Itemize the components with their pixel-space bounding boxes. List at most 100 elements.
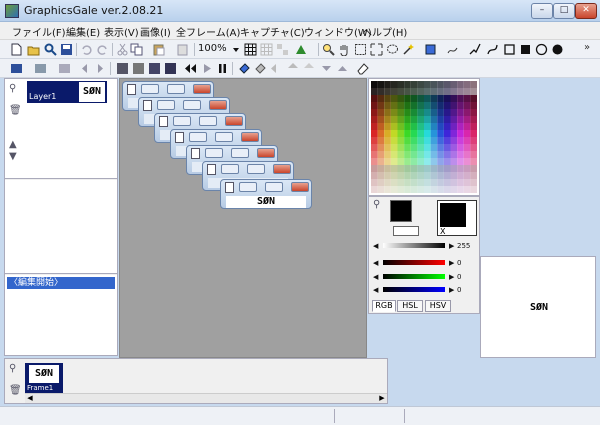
palette-swatch[interactable] (463, 186, 471, 193)
palette-swatch[interactable] (377, 81, 385, 88)
fill-pattern-icon[interactable] (254, 62, 267, 75)
palette-swatch[interactable] (384, 137, 391, 144)
palette-swatch[interactable] (470, 179, 477, 186)
palette-swatch[interactable] (397, 137, 405, 144)
palette-swatch[interactable] (463, 102, 471, 109)
palette-swatch[interactable] (397, 109, 405, 116)
palette-swatch[interactable] (424, 158, 431, 165)
palette-swatch[interactable] (371, 102, 378, 109)
palette-swatch[interactable] (457, 137, 464, 144)
palette-swatch[interactable] (430, 144, 438, 151)
palette-swatch[interactable] (424, 144, 431, 151)
palette-swatch[interactable] (443, 88, 451, 95)
prev-frame-icon[interactable] (78, 62, 91, 75)
value-slider[interactable] (383, 243, 445, 248)
palette-swatch[interactable] (450, 123, 458, 130)
palette-swatch[interactable] (410, 179, 418, 186)
palette-swatch[interactable] (437, 158, 444, 165)
palette-swatch[interactable] (404, 102, 411, 109)
palette-swatch[interactable] (384, 88, 391, 95)
menu-all-frames[interactable]: 全フレーム(A) (176, 24, 240, 39)
frames-icon[interactable] (132, 62, 145, 75)
palette-swatch[interactable] (377, 165, 385, 172)
palette-swatch[interactable] (463, 130, 471, 137)
palette-swatch[interactable] (470, 137, 477, 144)
palette-swatch[interactable] (430, 130, 438, 137)
flip-h-icon[interactable] (270, 62, 283, 75)
palette-swatch[interactable] (384, 95, 391, 102)
palette-swatch[interactable] (450, 88, 458, 95)
palette-swatch[interactable] (450, 81, 458, 88)
palette-swatch[interactable] (417, 172, 425, 179)
menu-file[interactable]: ファイル(F) (12, 24, 66, 39)
palette-swatch[interactable] (463, 81, 471, 88)
right-arrow-icon[interactable]: ▶ (449, 286, 454, 294)
palette-swatch[interactable] (470, 81, 477, 88)
palette-swatch[interactable] (410, 95, 418, 102)
palette-swatch[interactable] (371, 81, 378, 88)
palette-swatch[interactable] (463, 151, 471, 158)
palette-swatch[interactable] (437, 81, 444, 88)
palette-swatch[interactable] (443, 179, 451, 186)
palette-swatch[interactable] (417, 137, 425, 144)
palette-swatch[interactable] (371, 186, 378, 193)
palette-swatch[interactable] (424, 88, 431, 95)
hand-tool-icon[interactable] (338, 43, 351, 56)
palette-swatch[interactable] (430, 102, 438, 109)
palette-swatch[interactable] (384, 158, 391, 165)
palette-swatch[interactable] (443, 130, 451, 137)
palette-swatch[interactable] (424, 123, 431, 130)
palette-swatch[interactable] (417, 81, 425, 88)
palette-swatch[interactable] (384, 116, 391, 123)
palette-swatch[interactable] (404, 123, 411, 130)
grid-icon[interactable] (244, 43, 257, 56)
palette-swatch[interactable] (463, 88, 471, 95)
palette-swatch[interactable] (390, 81, 398, 88)
lasso-icon[interactable] (386, 43, 399, 56)
palette-swatch[interactable] (377, 179, 385, 186)
palette-swatch[interactable] (424, 109, 431, 116)
zoom-dropdown-icon[interactable] (232, 43, 240, 56)
palette-swatch[interactable] (410, 165, 418, 172)
scroll-left-icon[interactable]: ◀ (25, 394, 35, 404)
rect-outline-icon[interactable] (503, 43, 516, 56)
redo-icon[interactable] (96, 43, 109, 56)
palette-swatch[interactable] (397, 88, 405, 95)
palette-swatch[interactable] (470, 88, 477, 95)
palette-swatch[interactable] (443, 102, 451, 109)
next-frame-icon[interactable] (94, 62, 107, 75)
palette-swatch[interactable] (397, 95, 405, 102)
palette-swatch[interactable] (404, 95, 411, 102)
palette-swatch[interactable] (397, 165, 405, 172)
left-arrow-icon[interactable]: ◀ (373, 259, 378, 267)
palette-swatch[interactable] (390, 186, 398, 193)
palette-swatch[interactable] (443, 123, 451, 130)
palette-swatch[interactable] (384, 172, 391, 179)
trash-icon[interactable]: 🗑 (9, 105, 22, 116)
timeline-icon[interactable] (164, 62, 177, 75)
palette-swatch[interactable] (463, 144, 471, 151)
palette-swatch[interactable] (377, 109, 385, 116)
red-slider[interactable] (383, 260, 445, 265)
palette-swatch[interactable] (450, 151, 458, 158)
frame-scrollbar[interactable]: ◀ ▶ (25, 393, 387, 403)
palette-swatch[interactable] (384, 179, 391, 186)
palette-swatch[interactable] (417, 158, 425, 165)
palette-swatch[interactable] (377, 137, 385, 144)
magic-wand-icon[interactable] (402, 43, 415, 56)
blue-slider[interactable] (383, 287, 445, 292)
background-color-swatch[interactable]: X (437, 200, 477, 236)
palette-swatch[interactable] (377, 130, 385, 137)
palette-swatch[interactable] (404, 144, 411, 151)
palette-swatch[interactable] (457, 172, 464, 179)
palette-swatch[interactable] (397, 158, 405, 165)
palette-swatch[interactable] (410, 88, 418, 95)
palette-swatch[interactable] (371, 109, 378, 116)
tab-hsl[interactable]: HSL (397, 300, 423, 312)
right-arrow-icon[interactable]: ▶ (449, 273, 454, 281)
palette-swatch[interactable] (390, 158, 398, 165)
zoom-tool-icon[interactable] (322, 43, 335, 56)
palette-swatch[interactable] (371, 179, 378, 186)
palette-swatch[interactable] (410, 186, 418, 193)
palette-swatch[interactable] (404, 81, 411, 88)
